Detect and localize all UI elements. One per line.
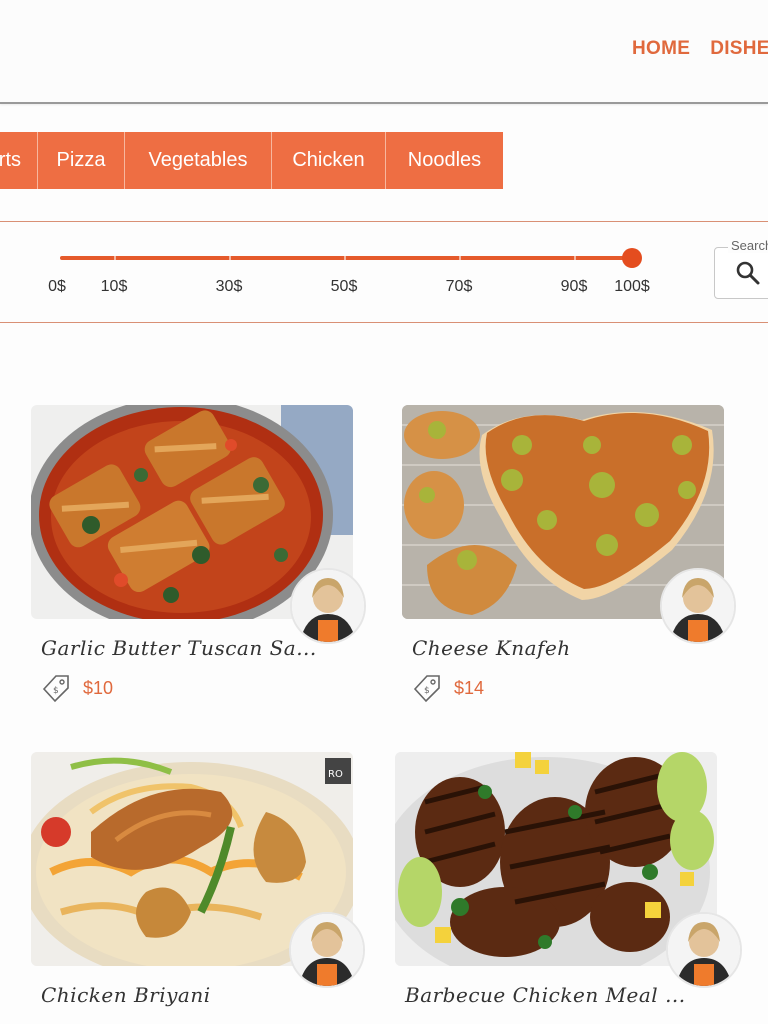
svg-text:$: $ [424,686,430,696]
category-label: Vegetables [148,149,248,171]
chef-avatar[interactable] [660,568,736,644]
price-tick-label: 10$ [100,278,128,295]
price-tag-icon: $ [42,675,69,703]
dish-price: $ $14 [412,673,484,703]
top-navbar: HOME DISHES [0,0,768,104]
price-tick-label: 70$ [445,278,473,295]
price-tick-label: 90$ [560,278,588,295]
category-desserts-button[interactable]: Desserts [0,132,38,189]
chef-avatar[interactable] [290,568,366,644]
slider-tick-mark [229,256,231,260]
price-value: $10 [83,677,114,698]
price-tick-label: 30$ [215,278,243,295]
dish-title[interactable]: Cheese Knafeh [412,636,571,660]
dish-card[interactable]: RO Chicken Briyani [31,752,365,1024]
dish-title[interactable]: Chicken Briyani [41,983,211,1007]
price-slider-thumb[interactable] [622,248,642,268]
price-slider-track[interactable] [60,256,632,260]
slider-tick-mark [344,256,346,260]
price-tick-label: 50$ [330,278,358,295]
price-filter: 0$ 10$ 30$ 50$ 70$ 90$ 100$ Search [0,221,768,323]
price-tick-label: 0$ [48,278,66,295]
dish-card[interactable]: Garlic Butter Tuscan Sa... $ $10 [31,405,366,705]
search-input[interactable] [714,247,768,299]
category-noodles-button[interactable]: Noodles [386,132,503,189]
slider-tick-mark [114,256,116,260]
category-vegetables-button[interactable]: Vegetables [125,132,272,189]
dish-title[interactable]: Garlic Butter Tuscan Sa... [41,636,317,660]
price-tick-label: 100$ [614,278,650,295]
svg-text:$: $ [53,686,59,696]
category-pizza-button[interactable]: Pizza [38,132,125,189]
category-label: Desserts [0,149,21,171]
slider-tick-mark [574,256,576,260]
dish-price: $ $10 [41,673,113,703]
nav-home-link[interactable]: HOME [632,38,690,60]
category-label: Chicken [292,149,365,171]
chef-avatar[interactable] [666,912,742,988]
dish-card[interactable]: Barbecue Chicken Meal ... [395,752,742,1024]
nav-dishes-link[interactable]: DISHES [710,38,768,60]
price-value: $14 [454,677,485,698]
dish-card[interactable]: Cheese Knafeh $ $14 [402,405,736,705]
slider-tick-mark [459,256,461,260]
category-label: Noodles [407,149,482,171]
category-bar: Desserts Pizza Vegetables Chicken Noodle… [0,132,503,189]
search-label: Search [728,238,768,253]
price-tag-icon: $ [413,675,440,703]
chef-avatar[interactable] [289,912,365,988]
category-label: Pizza [56,149,106,171]
dish-title[interactable]: Barbecue Chicken Meal ... [405,983,686,1007]
category-chicken-button[interactable]: Chicken [272,132,386,189]
main-nav: HOME DISHES [632,38,768,60]
search-icon[interactable] [735,260,761,286]
image-badge: RO [328,769,343,780]
